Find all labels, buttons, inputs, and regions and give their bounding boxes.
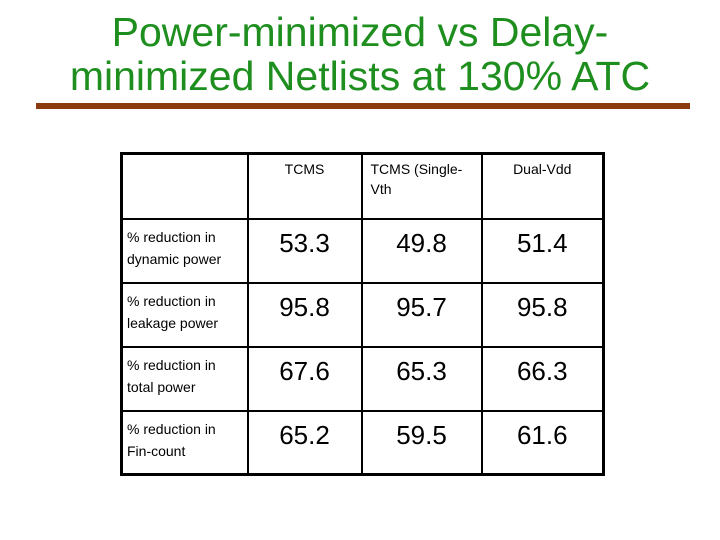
table-row: % reduction in Fin-count 65.2 59.5 61.6 bbox=[120, 409, 605, 476]
row-label: % reduction in total power bbox=[120, 345, 249, 412]
cell-value: 49.8 bbox=[360, 217, 483, 284]
header-dual-vdd: Dual-Vdd bbox=[480, 152, 605, 220]
title-underline-rule bbox=[36, 103, 690, 109]
cell-value: 67.6 bbox=[246, 345, 363, 412]
title-line-2: minimized Netlists at 130% ATC bbox=[69, 53, 651, 99]
cell-value: 66.3 bbox=[480, 345, 605, 412]
results-table: TCMS TCMS (Single-Vth Dual-Vdd % reducti… bbox=[120, 152, 605, 476]
cell-value: 95.8 bbox=[246, 281, 363, 348]
title-line-1: Power-minimized vs Delay- bbox=[111, 9, 609, 55]
header-tcms: TCMS bbox=[246, 152, 363, 220]
header-empty-cell bbox=[120, 152, 249, 220]
header-tcms-single-vth: TCMS (Single-Vth bbox=[360, 152, 483, 220]
cell-value: 95.8 bbox=[480, 281, 605, 348]
cell-value: 59.5 bbox=[360, 409, 483, 476]
table-row: % reduction in dynamic power 53.3 49.8 5… bbox=[120, 217, 605, 284]
table-row: % reduction in leakage power 95.8 95.7 9… bbox=[120, 281, 605, 348]
cell-value: 51.4 bbox=[480, 217, 605, 284]
slide-title: Power-minimized vs Delay- minimized Netl… bbox=[0, 10, 720, 98]
cell-value: 61.6 bbox=[480, 409, 605, 476]
cell-value: 65.3 bbox=[360, 345, 483, 412]
cell-value: 95.7 bbox=[360, 281, 483, 348]
cell-value: 53.3 bbox=[246, 217, 363, 284]
table-row: % reduction in total power 67.6 65.3 66.… bbox=[120, 345, 605, 412]
table-header-row: TCMS TCMS (Single-Vth Dual-Vdd bbox=[120, 152, 605, 220]
row-label: % reduction in leakage power bbox=[120, 281, 249, 348]
cell-value: 65.2 bbox=[246, 409, 363, 476]
row-label: % reduction in dynamic power bbox=[120, 217, 249, 284]
row-label: % reduction in Fin-count bbox=[120, 409, 249, 476]
